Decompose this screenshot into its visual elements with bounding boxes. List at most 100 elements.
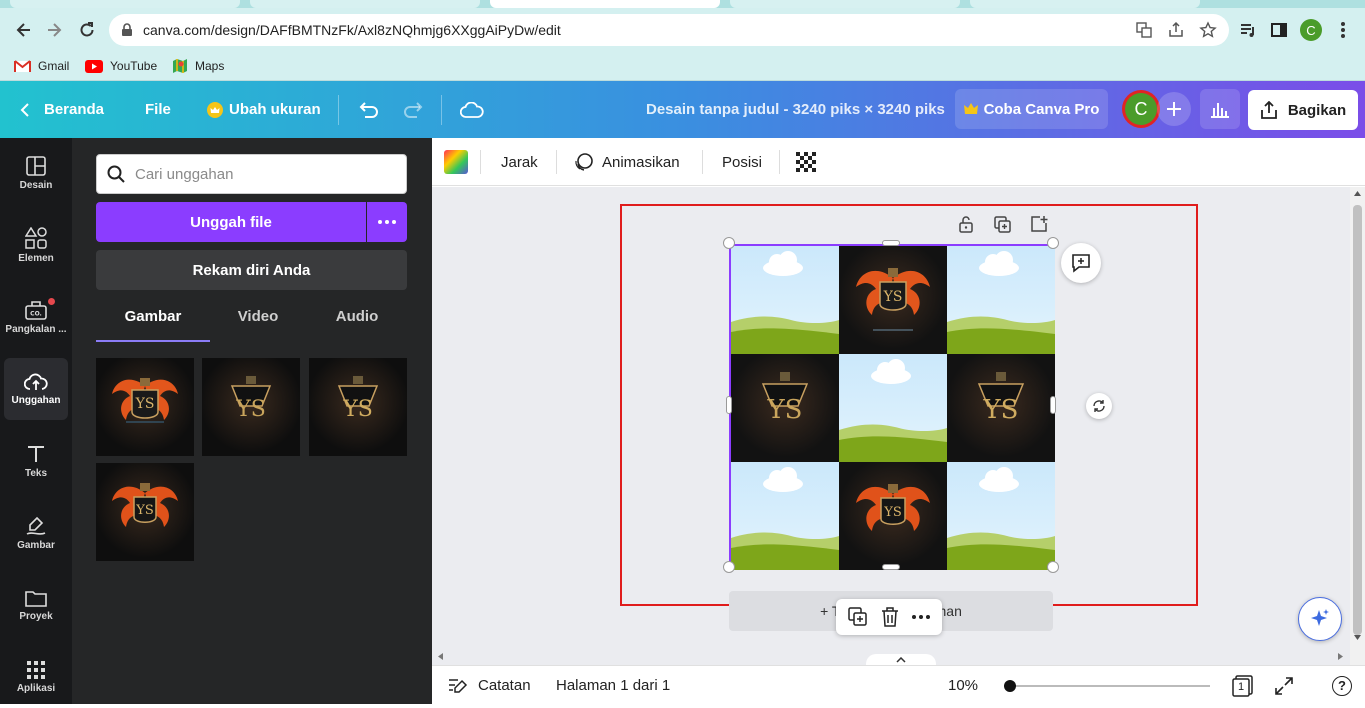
resize-handle-top-left[interactable] [723, 237, 735, 249]
spacing-button[interactable]: Jarak [501, 138, 538, 186]
scroll-left-icon[interactable] [438, 653, 443, 660]
share-button[interactable]: Bagikan [1248, 90, 1358, 130]
rail-item-brand[interactable]: CO. Pangkalan ... [4, 286, 68, 348]
address-bar[interactable]: canva.com/design/DAFfBMTNzFk/Axl8zNQhmjg… [109, 14, 1229, 46]
browser-tab[interactable] [250, 0, 480, 8]
resize-button[interactable]: Ubah ukuran [207, 81, 321, 138]
upload-file-button[interactable]: Unggah file [96, 202, 366, 242]
search-box[interactable] [96, 154, 407, 194]
profile-avatar[interactable]: C [1299, 18, 1323, 42]
canvas-workspace[interactable]: YS YS YS YS + [432, 187, 1350, 665]
forward-arrow-icon[interactable] [42, 18, 66, 42]
zoom-level[interactable]: 10% [948, 666, 978, 705]
lock-icon[interactable] [958, 215, 974, 233]
scroll-right-icon[interactable] [1338, 653, 1343, 660]
color-picker-button[interactable] [444, 138, 468, 186]
tab-images[interactable]: Gambar [96, 308, 210, 342]
sky-landscape-cell[interactable] [947, 462, 1055, 570]
add-collaborator-button[interactable] [1157, 92, 1191, 126]
perfume-logo-cell[interactable]: YS [731, 354, 839, 462]
design-page[interactable]: YS YS YS YS [729, 244, 1055, 570]
undo-icon[interactable] [357, 81, 379, 138]
resize-handle-bottom-right[interactable] [1047, 561, 1059, 573]
insights-button[interactable] [1200, 89, 1240, 129]
file-menu-button[interactable]: File [145, 81, 171, 138]
duplicate-icon[interactable] [994, 216, 1012, 234]
page-indicator[interactable]: Halaman 1 dari 1 [556, 666, 670, 705]
transparency-button[interactable] [796, 138, 816, 186]
star-bookmark-icon[interactable] [1199, 21, 1217, 39]
magic-assistant-button[interactable] [1298, 597, 1342, 641]
perfume-logo-cell[interactable]: YS [839, 462, 947, 570]
uploaded-image-thumbnail[interactable]: YS [96, 463, 194, 561]
rail-item-uploads[interactable]: Unggahan [4, 358, 68, 420]
media-control-icon[interactable] [1236, 18, 1260, 42]
resize-handle-top[interactable] [882, 240, 900, 246]
tab-audio[interactable]: Audio [308, 308, 406, 342]
upload-options-button[interactable] [367, 202, 407, 242]
zoom-slider-track[interactable] [1010, 685, 1210, 687]
browser-tab[interactable] [10, 0, 240, 8]
uploaded-image-thumbnail[interactable]: YS [96, 358, 194, 456]
rail-item-projects[interactable]: Proyek [4, 574, 68, 636]
fullscreen-icon[interactable] [1274, 666, 1294, 705]
add-comment-button[interactable] [1061, 243, 1101, 283]
resize-handle-left[interactable] [726, 396, 732, 414]
bookmark-maps[interactable]: Maps [172, 57, 224, 75]
maps-icon [172, 58, 188, 74]
more-horizontal-icon[interactable] [911, 615, 930, 619]
browser-tab[interactable] [730, 0, 960, 8]
resize-handle-bottom-left[interactable] [723, 561, 735, 573]
trash-icon[interactable] [881, 607, 899, 627]
rail-item-text[interactable]: Teks [4, 430, 68, 492]
browser-menu-icon[interactable] [1331, 18, 1355, 42]
sky-landscape-cell[interactable] [839, 354, 947, 462]
scrollbar-thumb[interactable] [1353, 205, 1362, 635]
zoom-slider-thumb[interactable] [1004, 680, 1016, 692]
position-button[interactable]: Posisi [722, 138, 762, 186]
rail-item-design[interactable]: Desain [4, 142, 68, 204]
record-yourself-button[interactable]: Rekam diri Anda [96, 250, 407, 290]
vertical-scrollbar[interactable] [1350, 187, 1365, 665]
try-pro-button[interactable]: Coba Canva Pro [955, 89, 1108, 129]
rail-item-apps[interactable]: Aplikasi [4, 646, 68, 708]
perfume-logo-cell[interactable]: YS [839, 246, 947, 354]
resize-handle-bottom[interactable] [882, 564, 900, 570]
sky-landscape-cell[interactable] [731, 462, 839, 570]
add-page-icon[interactable] [1030, 215, 1048, 233]
reload-icon[interactable] [75, 18, 99, 42]
sky-landscape-cell[interactable] [947, 246, 1055, 354]
bookmark-gmail[interactable]: Gmail [14, 57, 69, 75]
share-page-icon[interactable] [1167, 21, 1185, 39]
uploaded-image-thumbnail[interactable]: YS [309, 358, 407, 456]
side-panel-icon[interactable] [1267, 18, 1291, 42]
resize-handle-right[interactable] [1050, 396, 1056, 414]
cloud-save-icon[interactable] [460, 81, 484, 138]
scroll-down-icon[interactable] [1354, 635, 1361, 640]
animate-button[interactable]: Animasikan [574, 138, 680, 186]
scroll-up-icon[interactable] [1354, 191, 1361, 196]
rotate-button[interactable] [1086, 393, 1112, 419]
redo-icon[interactable] [403, 81, 425, 138]
browser-tab-active[interactable] [490, 0, 720, 8]
browser-tab[interactable] [970, 0, 1200, 8]
duplicate-icon[interactable] [848, 607, 868, 627]
tab-video[interactable]: Video [210, 308, 306, 342]
home-back-button[interactable]: Beranda [20, 81, 104, 138]
help-button[interactable]: ? [1332, 666, 1352, 705]
translate-icon[interactable] [1135, 21, 1153, 39]
document-title[interactable]: Desain tanpa judul - 3240 piks × 3240 pi… [646, 81, 945, 138]
uploaded-image-thumbnail[interactable]: YS [202, 358, 300, 456]
back-arrow-icon[interactable] [12, 18, 36, 42]
perfume-logo-cell[interactable]: YS [947, 354, 1055, 462]
page-grid-button[interactable]: 1 [1232, 666, 1254, 705]
search-input[interactable] [135, 163, 395, 185]
resize-handle-top-right[interactable] [1047, 237, 1059, 249]
rail-item-elements[interactable]: Elemen [4, 214, 68, 276]
notes-button[interactable]: Catatan [448, 666, 531, 705]
bookmark-youtube[interactable]: YouTube [85, 57, 157, 75]
user-avatar[interactable]: C [1122, 90, 1160, 128]
folder-icon [25, 589, 47, 607]
sky-landscape-cell[interactable] [731, 246, 839, 354]
rail-item-draw[interactable]: Gambar [4, 502, 68, 564]
